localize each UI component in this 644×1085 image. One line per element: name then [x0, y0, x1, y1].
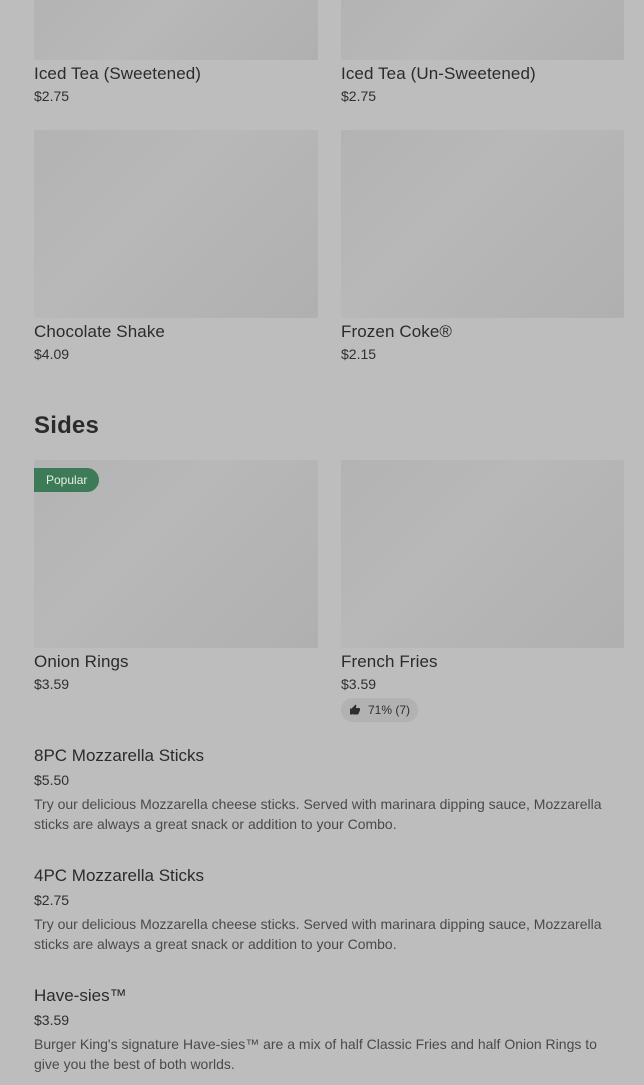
product-price: $2.15 — [341, 346, 377, 362]
product-price: $4.09 — [34, 346, 70, 362]
product-name: 8PC Mozzarella Sticks — [34, 746, 205, 765]
product-image — [34, 0, 318, 60]
rating-text: 71% (7) — [368, 703, 411, 717]
product-price: $2.75 — [34, 88, 70, 104]
product-price: $3.59 — [34, 676, 70, 692]
product-name: Onion Rings — [34, 652, 129, 671]
product-image — [341, 0, 624, 60]
product-description: Try our delicious Mozzarella cheese stic… — [34, 796, 602, 832]
product-price: $3.59 — [341, 676, 377, 692]
thumbs-up-icon — [350, 704, 360, 715]
product-name: Frozen Coke® — [341, 322, 453, 341]
product-name: Iced Tea (Sweetened) — [34, 64, 202, 83]
product-image — [34, 130, 318, 318]
product-name: French Fries — [341, 652, 438, 671]
list-item-8pc-mozzarella-sticks[interactable]: 8PC Mozzarella Sticks $5.50 Try our deli… — [34, 746, 614, 834]
product-description: Burger King's signature Have-sies™ are a… — [34, 1036, 597, 1072]
product-name: Have-sies™ — [34, 986, 127, 1005]
menu-page: Iced Tea (Sweetened) $2.75 Iced Tea (Un-… — [0, 0, 644, 1085]
product-name: Iced Tea (Un-Sweetened) — [341, 64, 536, 83]
product-price: $2.75 — [34, 892, 70, 908]
rating-chip: 71% (7) — [341, 698, 419, 722]
section-title-sides: Sides — [34, 412, 100, 439]
product-price: $2.75 — [341, 88, 377, 104]
product-image — [341, 460, 624, 648]
popular-badge: Popular — [34, 468, 100, 492]
product-name: Chocolate Shake — [34, 322, 165, 341]
product-price: $3.59 — [34, 1012, 70, 1028]
list-item-4pc-mozzarella-sticks[interactable]: 4PC Mozzarella Sticks $2.75 Try our deli… — [34, 866, 614, 954]
list-item-have-sies[interactable]: Have-sies™ $3.59 Burger King's signature… — [34, 986, 614, 1074]
product-description: Try our delicious Mozzarella cheese stic… — [34, 916, 602, 952]
product-image — [341, 130, 624, 318]
product-price: $5.50 — [34, 772, 70, 788]
product-name: 4PC Mozzarella Sticks — [34, 866, 205, 885]
